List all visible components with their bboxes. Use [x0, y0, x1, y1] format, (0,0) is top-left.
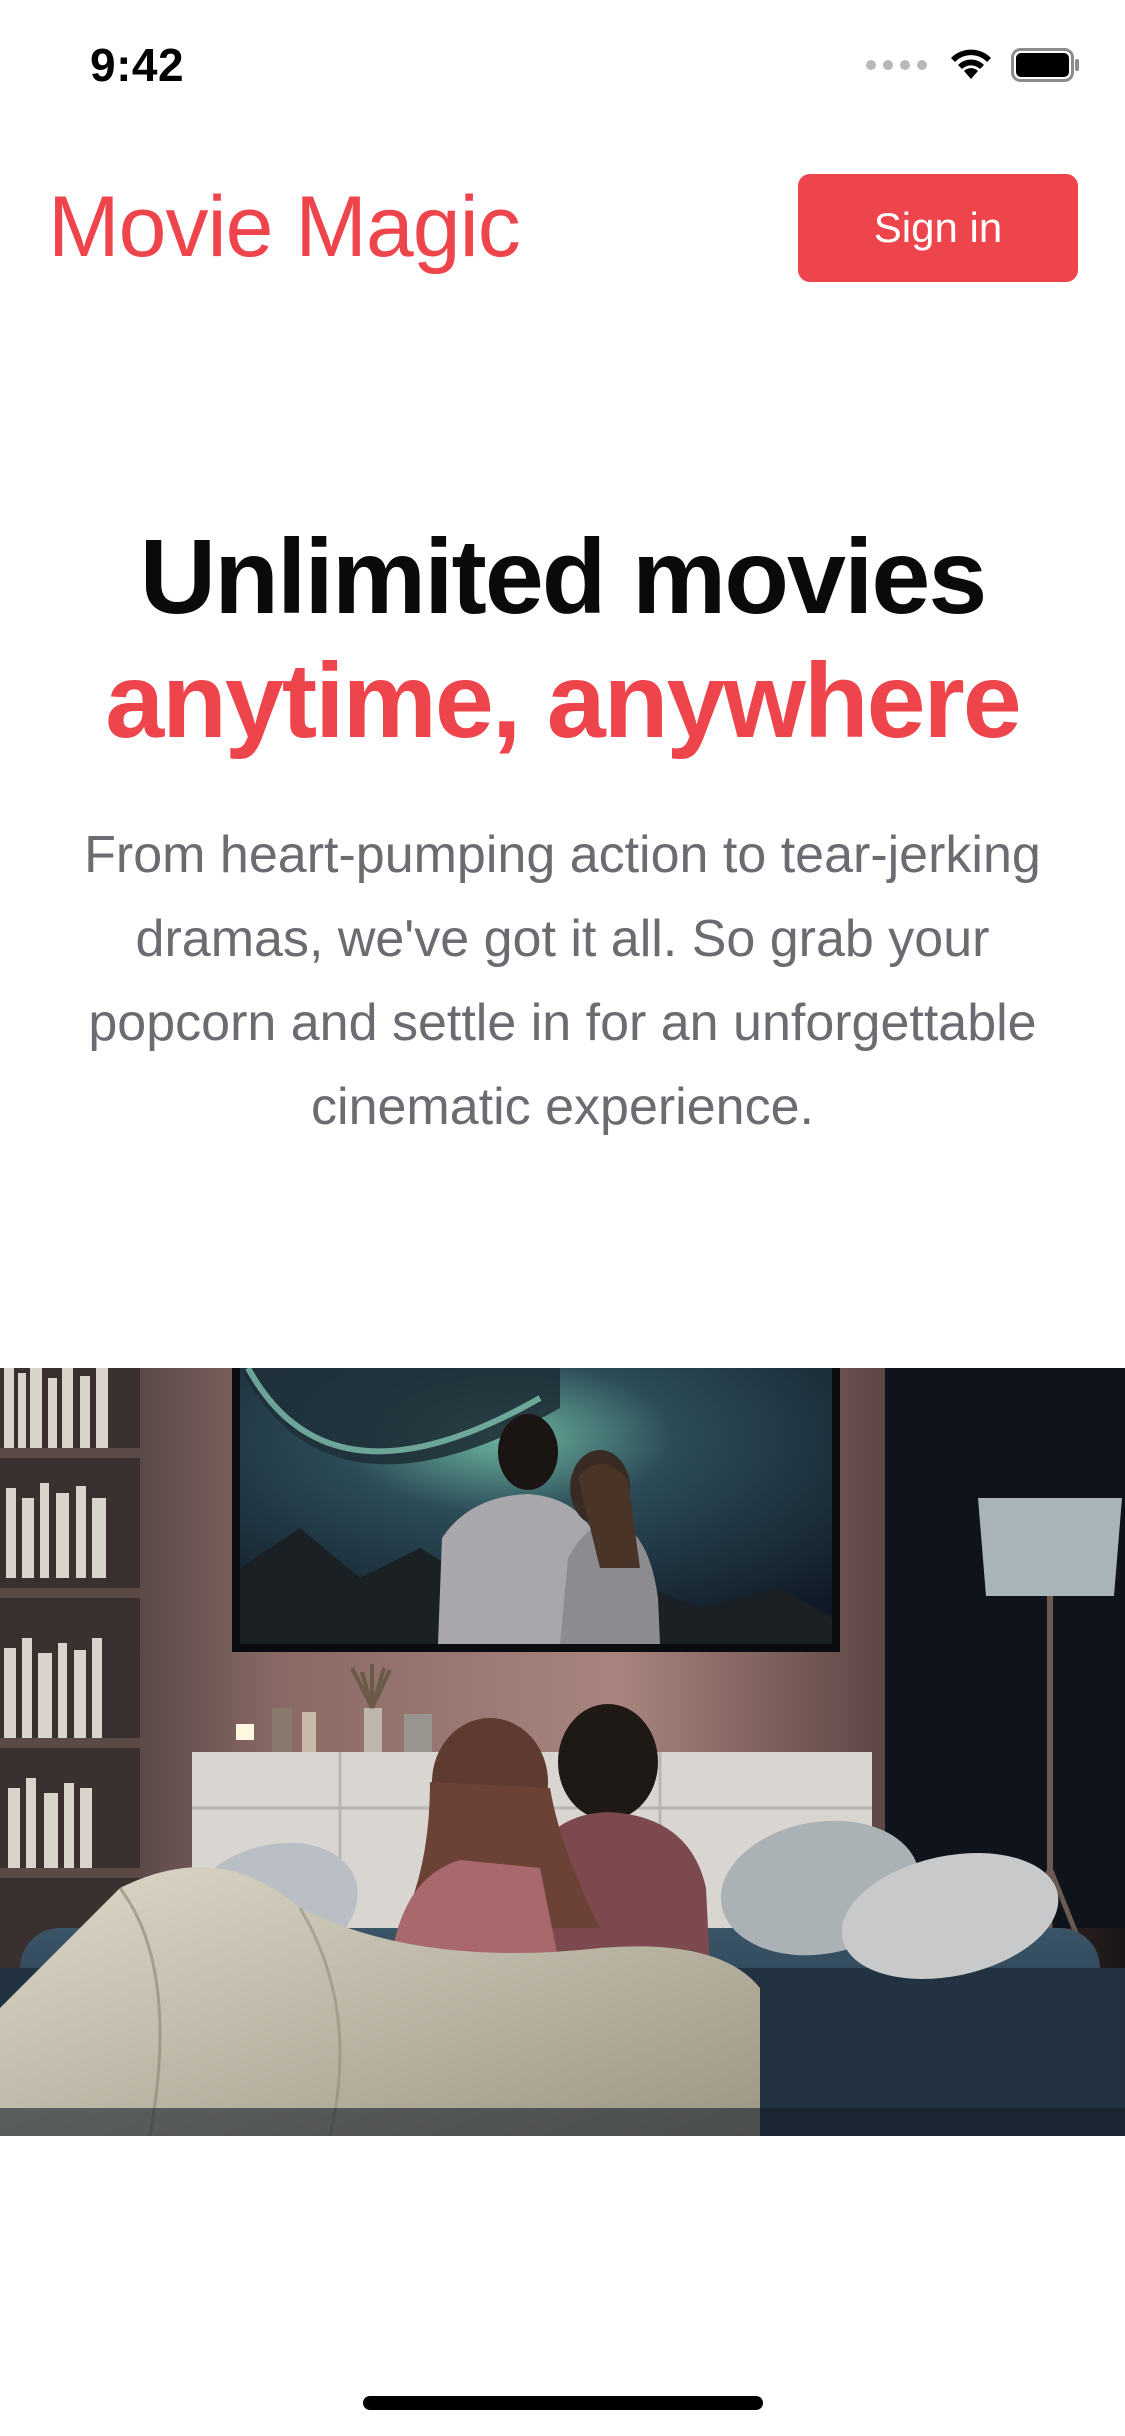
brand-logo[interactable]: Movie Magic [48, 178, 521, 277]
status-icons [866, 48, 1081, 82]
hero-illustration [0, 1368, 1125, 2136]
home-indicator[interactable] [363, 2396, 763, 2410]
hero-section: Unlimited movies anytime, anywhere From … [0, 515, 1125, 1149]
hero-title: Unlimited movies anytime, anywhere [0, 515, 1125, 763]
battery-icon [1011, 48, 1081, 82]
status-time: 9:42 [90, 39, 185, 91]
hero-title-line1: Unlimited movies [139, 518, 988, 636]
wifi-icon [949, 48, 993, 82]
sign-in-button[interactable]: Sign in [798, 174, 1078, 282]
hero-title-highlight: anytime, anywhere [105, 642, 1022, 760]
hero-description: From heart-pumping action to tear-jerkin… [84, 826, 1041, 1136]
app-header: Movie Magic Sign in [0, 160, 1125, 300]
cellular-signal-icon [866, 60, 927, 70]
status-bar: 9:42 [0, 0, 1125, 140]
